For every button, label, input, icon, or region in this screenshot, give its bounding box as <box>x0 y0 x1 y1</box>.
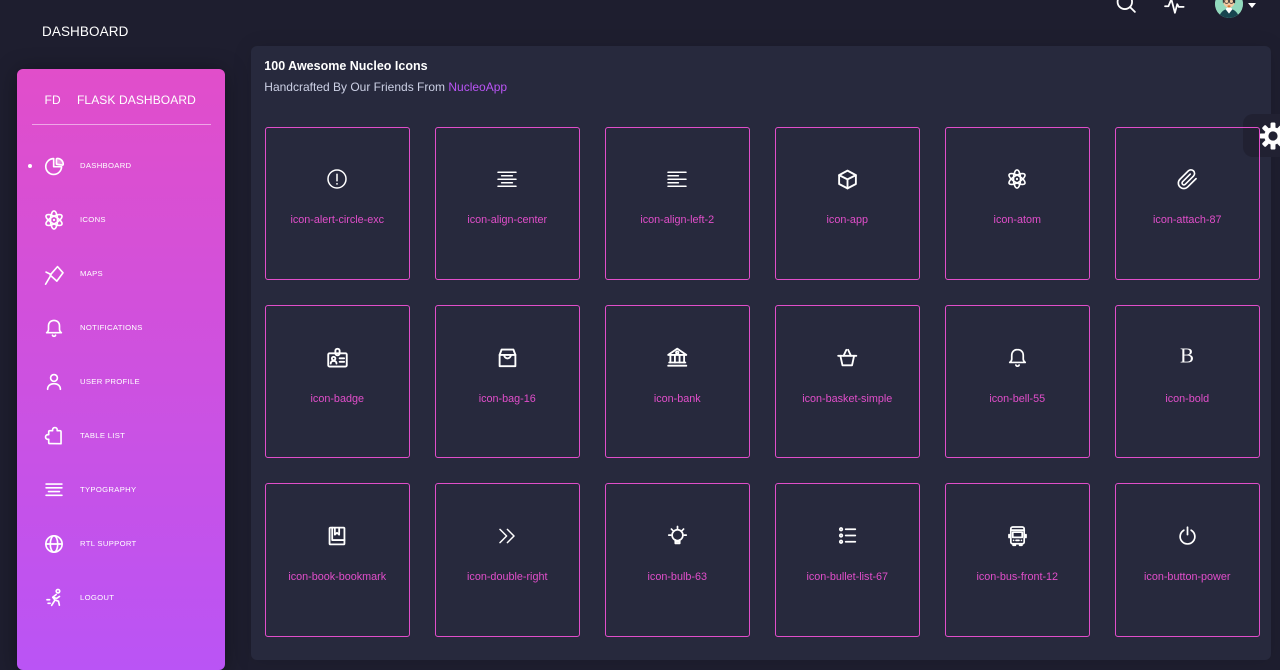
svg-text:B: B <box>1180 347 1194 367</box>
